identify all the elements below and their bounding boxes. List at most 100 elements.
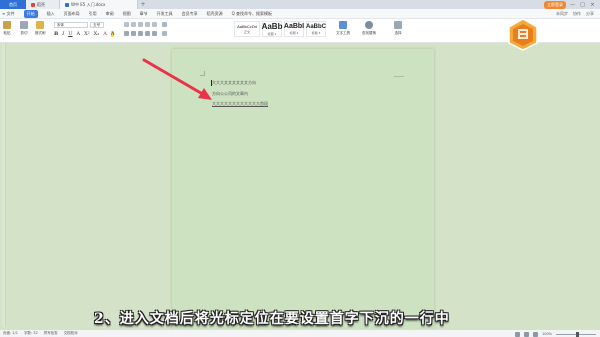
menu-file[interactable]: ≡ 文件: [2, 11, 15, 17]
doc-check-button[interactable]: 文档校对: [64, 331, 78, 336]
style-heading2[interactable]: AaBbI 标题 2: [284, 21, 304, 37]
menu-docer[interactable]: 稻壳资源: [207, 11, 223, 17]
margin-mark-top-right: [394, 76, 404, 77]
font-name-select[interactable]: 宋体: [54, 22, 88, 28]
numbering-icon[interactable]: [131, 22, 136, 27]
find-replace-label: 查找替换: [362, 31, 376, 35]
style-heading3-label: 标题 3: [311, 30, 321, 35]
menu-references[interactable]: 引用: [89, 11, 97, 17]
read-mode-icon[interactable]: [514, 331, 520, 337]
sort-icon[interactable]: [152, 22, 157, 27]
plus-icon: +: [140, 1, 146, 8]
find-replace-button[interactable]: 查找替换: [362, 21, 376, 36]
paste-label: 粘贴: [3, 31, 11, 35]
sync-status[interactable]: 未同步: [556, 11, 568, 17]
menu-insert[interactable]: 插入: [47, 11, 55, 17]
docer-icon: [31, 2, 35, 7]
word-doc-icon: [65, 2, 69, 7]
document-line-2[interactable]: 方向公公司的文章内: [212, 91, 248, 97]
format-painter-button[interactable]: 格式刷: [35, 21, 46, 36]
select-button[interactable]: 选择: [394, 21, 402, 36]
font-size-value: 五号: [93, 23, 100, 27]
cursor-select-icon: [394, 21, 402, 29]
text-tools-button[interactable]: 文字工具: [336, 21, 350, 36]
italic-button[interactable]: I: [62, 31, 64, 37]
align-center-icon[interactable]: [131, 31, 136, 36]
align-left-icon[interactable]: [124, 31, 129, 36]
scissors-icon: [20, 21, 28, 29]
font-name-value: 宋体: [57, 23, 64, 27]
spell-check-toggle[interactable]: 拼写检查: [44, 331, 58, 336]
underline-button[interactable]: U: [68, 31, 72, 37]
vertical-ruler: [2, 43, 6, 327]
text-tools-icon: [339, 21, 347, 29]
format-painter-label: 格式刷: [35, 31, 46, 35]
outdent-icon[interactable]: [145, 22, 150, 27]
magnifier-icon: [365, 21, 373, 29]
align-right-icon[interactable]: [138, 31, 143, 36]
maximize-button[interactable]: □: [579, 2, 586, 8]
menu-member[interactable]: 会员专享: [182, 11, 198, 17]
document-line-1[interactable]: 大大大文文文文文文方向: [212, 80, 256, 86]
document-page[interactable]: 大大大文文文文文文方向 方向公公司的文章内 大大大大大大大大大大大大首段: [172, 49, 434, 333]
zoom-slider-handle[interactable]: [576, 331, 579, 337]
justify-icon[interactable]: [145, 31, 150, 36]
menu-home[interactable]: 开始: [23, 9, 38, 18]
style-heading2-label: 标题 2: [289, 31, 299, 35]
margin-mark-top-left: [200, 71, 205, 76]
brush-icon: [36, 21, 45, 29]
login-button[interactable]: 立即登录: [544, 0, 566, 9]
command-search[interactable]: Q 查找命令、搜索模板: [232, 11, 272, 17]
menu-developer[interactable]: 开发工具: [157, 11, 173, 17]
tab-docer[interactable]: 稻壳: [26, 0, 60, 9]
paste-icon: [3, 21, 11, 29]
select-label: 选择: [394, 31, 402, 35]
style-heading3[interactable]: AaBbC 标题 3: [306, 21, 326, 37]
style-normal[interactable]: AaBbCcDd 正文: [234, 21, 260, 37]
zoom-level[interactable]: 100%: [542, 332, 552, 336]
strikethrough-button[interactable]: A: [76, 31, 80, 37]
word-count[interactable]: 字数: 32: [24, 331, 38, 336]
subscript-button[interactable]: X₂: [94, 31, 100, 37]
paste-button[interactable]: 粘贴: [3, 21, 11, 36]
superscript-button[interactable]: X²: [84, 31, 90, 37]
status-bar: 页面: 1/1 字数: 32 拼写检查 文档校对 100%: [0, 329, 600, 337]
page-view-icon[interactable]: [523, 331, 529, 337]
show-marks-icon[interactable]: [162, 22, 167, 27]
subtitle-caption: 2、进入文档后将光标定位在要设置首字下沉的一行中: [94, 311, 450, 327]
minimize-button[interactable]: —: [569, 2, 576, 8]
share-button[interactable]: 分享: [586, 11, 594, 17]
cut-label: 剪切: [20, 31, 28, 35]
zoom-slider[interactable]: [556, 331, 596, 337]
indent-icon[interactable]: [138, 22, 143, 27]
highlight-button[interactable]: A: [110, 31, 115, 37]
tab-home[interactable]: 首页: [0, 0, 26, 9]
menu-review[interactable]: 审阅: [106, 11, 114, 17]
font-color-button[interactable]: A: [103, 31, 107, 37]
tab-document-label: W中 E5 入门.docx: [71, 1, 106, 7]
bold-button[interactable]: B: [54, 31, 58, 37]
menu-view[interactable]: 视图: [123, 11, 131, 17]
tab-document[interactable]: W中 E5 入门.docx: [60, 0, 138, 9]
collaborate-button[interactable]: 协作: [573, 11, 581, 17]
new-tab-button[interactable]: +: [138, 0, 148, 9]
web-view-icon[interactable]: [532, 331, 538, 337]
bullets-icon[interactable]: [124, 22, 129, 27]
channel-logo: [508, 18, 538, 51]
cut-button[interactable]: 剪切: [20, 21, 28, 36]
menu-section[interactable]: 章节: [140, 11, 148, 17]
close-button[interactable]: ×: [589, 2, 596, 8]
style-heading1[interactable]: AaBb 标题 1: [262, 21, 282, 37]
font-size-select[interactable]: 五号: [90, 22, 104, 28]
document-line-3[interactable]: 大大大大大大大大大大大大首段: [212, 101, 268, 107]
line-spacing-icon[interactable]: [152, 31, 157, 36]
text-tools-label: 文字工具: [336, 31, 350, 35]
borders-icon[interactable]: [162, 31, 167, 36]
style-heading1-label: 标题 1: [267, 32, 277, 36]
title-bar: 首页 稻壳 W中 E5 入门.docx + 立即登录 — □ ×: [0, 0, 600, 9]
page-count[interactable]: 页面: 1/1: [3, 331, 18, 336]
style-normal-sample: AaBbCcDd: [237, 24, 257, 29]
menu-page-layout[interactable]: 页面布局: [64, 11, 80, 17]
style-normal-label: 正文: [243, 30, 250, 34]
tab-docer-label: 稻壳: [37, 1, 45, 7]
